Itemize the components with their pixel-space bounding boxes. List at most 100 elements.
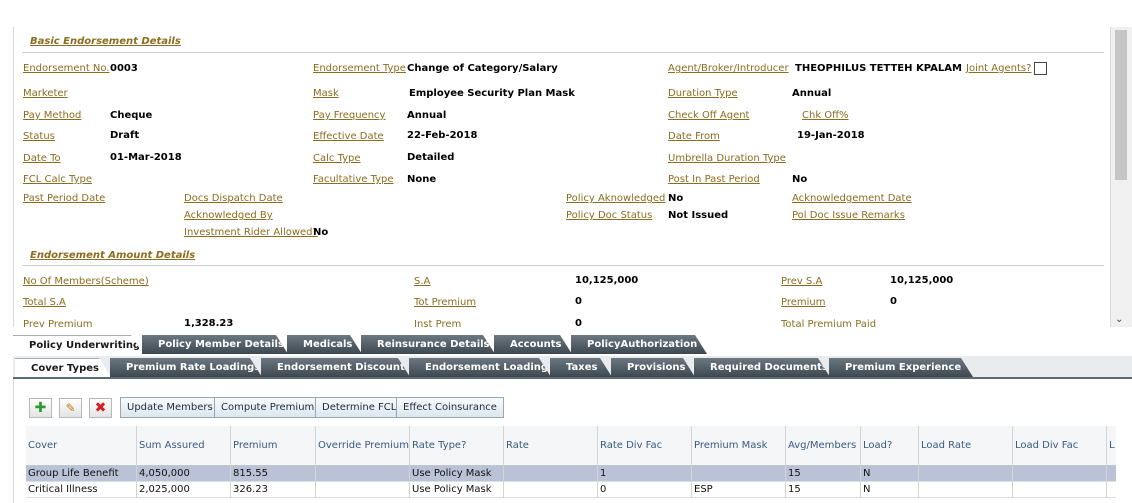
tot-premium-value: 0 [575, 296, 582, 307]
tot-premium-label[interactable]: Tot Premium [414, 297, 476, 308]
secondary-tab-bar: Cover Types Premium Rate Loadings Endors… [13, 356, 1132, 379]
tab-provisions[interactable]: Provisions [611, 358, 695, 377]
chk-off-label[interactable]: Chk Off% [802, 110, 849, 121]
tab-policy-underwriting[interactable]: Policy Underwriting [13, 335, 143, 354]
pay-frequency-label[interactable]: Pay Frequency [313, 110, 385, 121]
premium-label[interactable]: Premium [781, 297, 826, 308]
prev-sa-label[interactable]: Prev S.A [781, 276, 822, 287]
endorsement-type-label[interactable]: Endorsement Type [313, 63, 406, 74]
endorsement-no-label[interactable]: Endorsement No. [23, 63, 110, 74]
basic-section-title[interactable]: Basic Endorsement Details [30, 36, 181, 47]
effect-coinsurance-button[interactable]: Effect Coinsurance [396, 397, 504, 418]
cell-rate-div-fac: 1 [598, 466, 692, 482]
pay-method-label[interactable]: Pay Method [23, 110, 81, 121]
form-vertical-scrollbar[interactable]: ⌄ [1110, 27, 1132, 327]
column-header-load-rate[interactable]: Load Rate [919, 426, 1013, 466]
tab-required-documents[interactable]: Required Documents [694, 358, 830, 377]
tab-taxes[interactable]: Taxes [550, 358, 612, 377]
table-row[interactable]: Group Life Benefit 4,050,000 815.55 Use … [26, 466, 1116, 482]
pay-method-value: Cheque [110, 110, 153, 121]
agent-label[interactable]: Agent/Broker/Introducer [668, 63, 789, 74]
endorsement-no-value: 0003 [110, 63, 138, 74]
marketer-label[interactable]: Marketer [23, 88, 68, 99]
chevron-down-icon[interactable]: ⌄ [1115, 314, 1123, 325]
cell-override-premium [316, 482, 410, 498]
investment-rider-value: No [313, 227, 329, 238]
x-icon[interactable]: ✖ [89, 398, 112, 418]
column-header-truncated[interactable]: L [1107, 426, 1116, 466]
no-of-members-label[interactable]: No Of Members(Scheme) [23, 276, 149, 287]
column-header-rate[interactable]: Rate [504, 426, 598, 466]
facultative-type-label[interactable]: Facultative Type [313, 174, 394, 185]
inst-prem-label[interactable]: Inst Prem [414, 319, 461, 327]
cell-load-div-fac [1013, 482, 1107, 498]
tab-premium-rate-loadings[interactable]: Premium Rate Loadings [110, 358, 262, 377]
plus-icon[interactable]: ✚ [29, 398, 52, 418]
grid-toolbar: ✚ ✎ ✖ Update Members Compute Premium Det… [26, 395, 1116, 421]
tab-policy-authorization[interactable]: PolicyAuthorization [571, 335, 707, 354]
tab-reinsurance-details[interactable]: Reinsurance Details [361, 335, 495, 354]
past-period-date-label[interactable]: Past Period Date [23, 193, 105, 204]
table-row[interactable]: Critical Illness 2,025,000 326.23 Use Po… [26, 482, 1116, 498]
amount-section-title[interactable]: Endorsement Amount Details [30, 250, 195, 261]
sa-label[interactable]: S.A [414, 276, 430, 287]
date-to-value: 01-Mar-2018 [110, 152, 182, 163]
date-from-label[interactable]: Date From [668, 131, 720, 142]
umbrella-duration-type-label[interactable]: Umbrella Duration Type [668, 153, 786, 164]
column-header-premium-mask[interactable]: Premium Mask [692, 426, 786, 466]
column-header-sum-assured[interactable]: Sum Assured [137, 426, 231, 466]
duration-type-label[interactable]: Duration Type [668, 88, 738, 99]
joint-agents-label[interactable]: Joint Agents? [966, 63, 1031, 74]
column-header-load[interactable]: Load? [861, 426, 919, 466]
post-in-past-period-label[interactable]: Post In Past Period [668, 174, 760, 185]
cell-override-premium [316, 466, 410, 482]
tab-endorsement-discounts[interactable]: Endorsement Discounts [261, 358, 410, 377]
scrollbar-thumb[interactable] [1115, 30, 1127, 180]
pol-doc-issue-remarks-label[interactable]: Pol Doc Issue Remarks [792, 210, 905, 221]
calc-type-label[interactable]: Calc Type [313, 153, 361, 164]
total-sa-label[interactable]: Total S.A [23, 297, 66, 308]
cell-rate-type: Use Policy Mask [410, 466, 504, 482]
status-label[interactable]: Status [23, 131, 55, 142]
acknowledgement-date-label[interactable]: Acknowledgement Date [792, 193, 912, 204]
tab-medicals[interactable]: Medicals [287, 335, 362, 354]
policy-acknowledged-label[interactable]: Policy Aknowledged [566, 193, 665, 204]
column-header-rate-div-fac[interactable]: Rate Div Fac [598, 426, 692, 466]
tab-endorsement-loading[interactable]: Endorsement Loading [409, 358, 551, 377]
tab-accounts[interactable]: Accounts [494, 335, 572, 354]
section-divider [22, 265, 1104, 266]
column-header-rate-type[interactable]: Rate Type? [410, 426, 504, 466]
date-to-label[interactable]: Date To [23, 153, 61, 164]
tab-policy-member-details[interactable]: Policy Member Details [142, 335, 288, 354]
calc-type-value: Detailed [407, 152, 455, 163]
investment-rider-label[interactable]: Investment Rider Allowed? [184, 227, 318, 238]
mask-label[interactable]: Mask [313, 88, 339, 99]
column-header-override-premium[interactable]: Override Premium [316, 426, 410, 466]
total-premium-paid-label[interactable]: Total Premium Paid [781, 319, 876, 327]
column-header-avg-members[interactable]: Avg/Members [786, 426, 861, 466]
prev-premium-label[interactable]: Prev Premium [23, 319, 93, 327]
cell-premium: 815.55 [231, 466, 316, 482]
docs-dispatch-date-label[interactable]: Docs Dispatch Date [184, 193, 283, 204]
fcl-calc-type-label[interactable]: FCL Calc Type [23, 174, 92, 185]
effective-date-label[interactable]: Effective Date [313, 131, 384, 142]
cover-types-panel: ✚ ✎ ✖ Update Members Compute Premium Det… [13, 379, 1132, 503]
tab-cover-types[interactable]: Cover Types [15, 358, 111, 377]
column-header-premium[interactable]: Premium [231, 426, 316, 466]
update-members-button[interactable]: Update Members [120, 397, 220, 418]
joint-agents-checkbox[interactable] [1034, 62, 1047, 75]
cell-rate [504, 466, 598, 482]
cell-avg-members: 15 [786, 482, 861, 498]
determine-fcl-button[interactable]: Determine FCL [315, 397, 404, 418]
prev-premium-value: 1,328.23 [184, 318, 234, 327]
endorsement-type-value: Change of Category/Salary [407, 63, 558, 74]
compute-premium-button[interactable]: Compute Premium [214, 397, 322, 418]
policy-doc-status-label[interactable]: Policy Doc Status [566, 210, 652, 221]
column-header-load-div-fac[interactable]: Load Div Fac [1013, 426, 1107, 466]
check-off-agent-label[interactable]: Check Off Agent [668, 110, 749, 121]
pencil-icon[interactable]: ✎ [59, 398, 82, 418]
column-header-cover[interactable]: Cover [26, 426, 137, 466]
effective-date-value: 22-Feb-2018 [407, 130, 478, 141]
acknowledged-by-label[interactable]: Acknowledged By [184, 210, 273, 221]
tab-premium-experience[interactable]: Premium Experience [829, 358, 973, 377]
